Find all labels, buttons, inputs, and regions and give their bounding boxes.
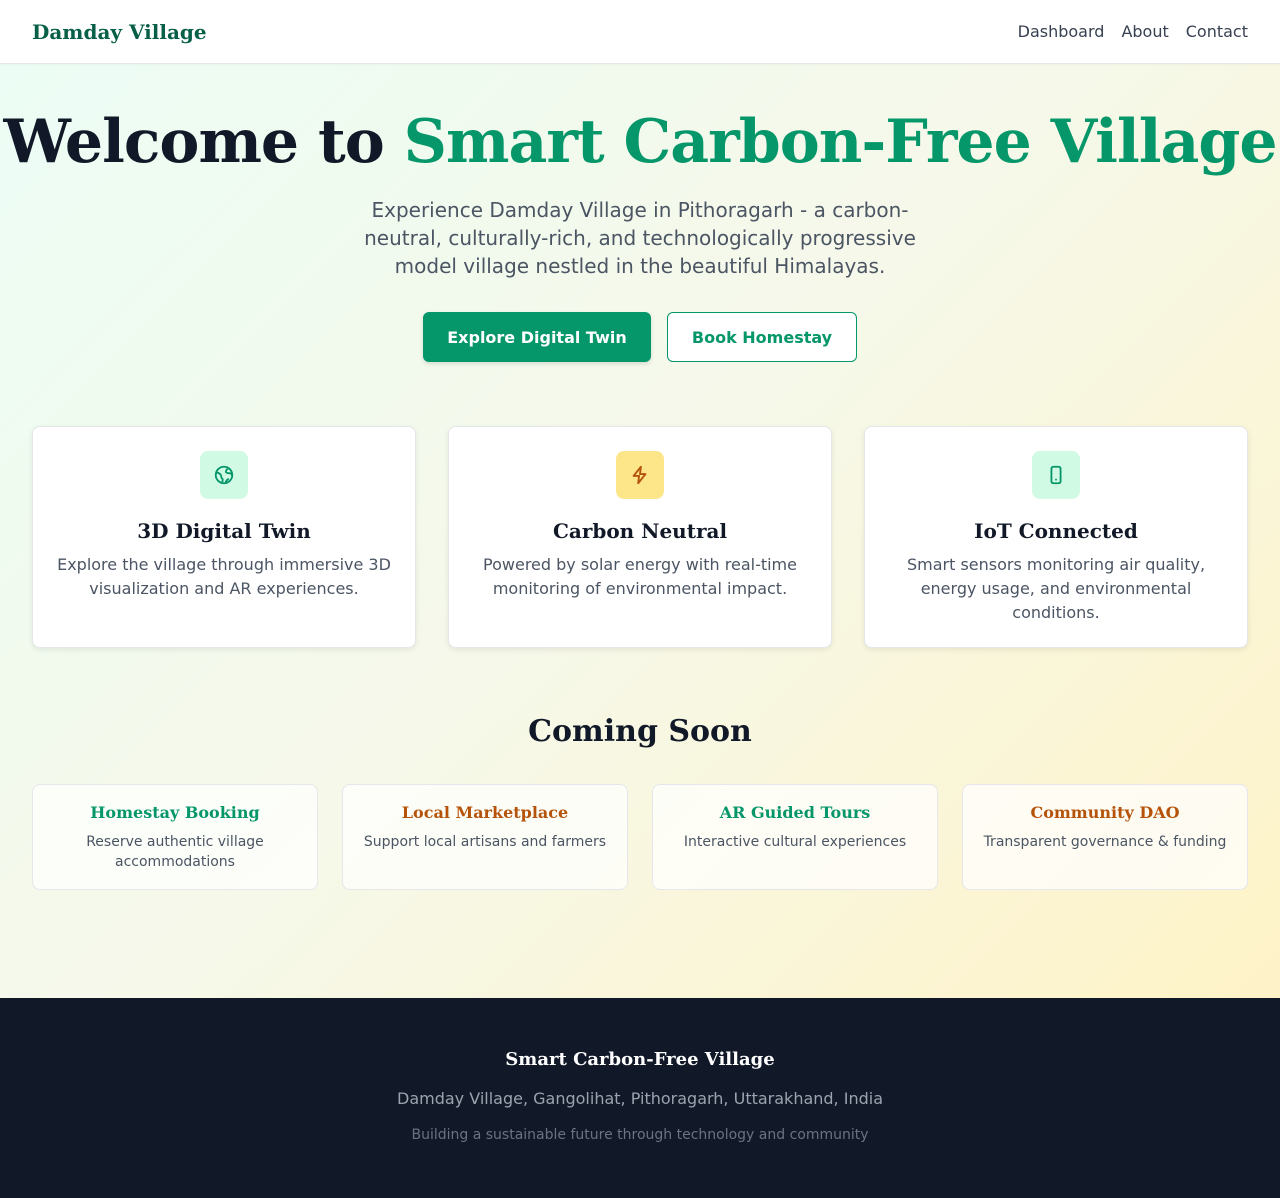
explore-digital-twin-button[interactable]: Explore Digital Twin [423, 312, 651, 362]
coming-soon-title: Coming Soon [528, 714, 752, 749]
coming-soon-card-title: Homestay Booking [90, 803, 260, 822]
footer-address: Damday Village, Gangolihat, Pithoragarh,… [397, 1089, 883, 1108]
coming-soon-card-title: Local Marketplace [401, 803, 569, 822]
coming-soon-card-text: Transparent governance & funding [983, 834, 1227, 850]
coming-soon-card-title: Community DAO [1030, 803, 1180, 822]
coming-soon-card-homestay: Homestay Booking Reserve authentic villa… [32, 784, 318, 890]
smartphone-icon [1032, 451, 1080, 499]
nav-link-about[interactable]: About [1121, 22, 1168, 41]
feature-card-iot: IoT Connected Smart sensors monitoring a… [864, 426, 1248, 648]
feature-title: Carbon Neutral [552, 519, 728, 543]
site-footer: Smart Carbon-Free Village Damday Village… [0, 998, 1280, 1198]
feature-card-digital-twin: 3D Digital Twin Explore the village thro… [32, 426, 416, 648]
coming-soon-card-ar-tours: AR Guided Tours Interactive cultural exp… [652, 784, 938, 890]
hero-lead: Experience Damday Village in Pithoragarh… [364, 198, 916, 278]
nav-link-dashboard[interactable]: Dashboard [1018, 22, 1105, 41]
brand-logo-link[interactable]: Damday Village [32, 20, 207, 44]
coming-soon-card-text: Reserve authentic village accommodations [86, 834, 264, 870]
lightning-icon [616, 451, 664, 499]
feature-text: Smart sensors monitoring air quality, en… [906, 555, 1206, 622]
features-section: 3D Digital Twin Explore the village thro… [0, 426, 1280, 648]
feature-text: Powered by solar energy with real-time m… [483, 555, 797, 598]
feature-title: IoT Connected [974, 519, 1138, 543]
globe-icon [200, 451, 248, 499]
feature-card-carbon-neutral: Carbon Neutral Powered by solar energy w… [448, 426, 832, 648]
book-homestay-button[interactable]: Book Homestay [667, 312, 857, 362]
hero-title-prefix: Welcome to [3, 107, 384, 177]
feature-title: 3D Digital Twin [137, 519, 311, 543]
nav-links: Dashboard About Contact [1018, 22, 1248, 41]
coming-soon-card-marketplace: Local Marketplace Support local artisans… [342, 784, 628, 890]
feature-text: Explore the village through immersive 3D… [57, 555, 391, 598]
hero-title: Welcome to Smart Carbon-Free Village [0, 112, 1280, 172]
coming-soon-card-text: Support local artisans and farmers [363, 834, 607, 850]
hero-buttons: Explore Digital Twin Book Homestay [0, 312, 1280, 362]
footer-tagline: Building a sustainable future through te… [411, 1127, 869, 1143]
hero-title-accent: Smart Carbon-Free Village [403, 107, 1278, 177]
hero-section: Welcome to Smart Carbon-Free Village Exp… [0, 64, 1280, 362]
coming-soon-card-title: AR Guided Tours [719, 803, 871, 822]
coming-soon-card-text: Interactive cultural experiences [683, 834, 907, 850]
nav-link-contact[interactable]: Contact [1186, 22, 1248, 41]
coming-soon-section: Homestay Booking Reserve authentic villa… [0, 784, 1280, 890]
coming-soon-card-dao: Community DAO Transparent governance & f… [962, 784, 1248, 890]
top-navbar: Damday Village Dashboard About Contact [0, 0, 1280, 64]
footer-title: Smart Carbon-Free Village [505, 1049, 775, 1070]
